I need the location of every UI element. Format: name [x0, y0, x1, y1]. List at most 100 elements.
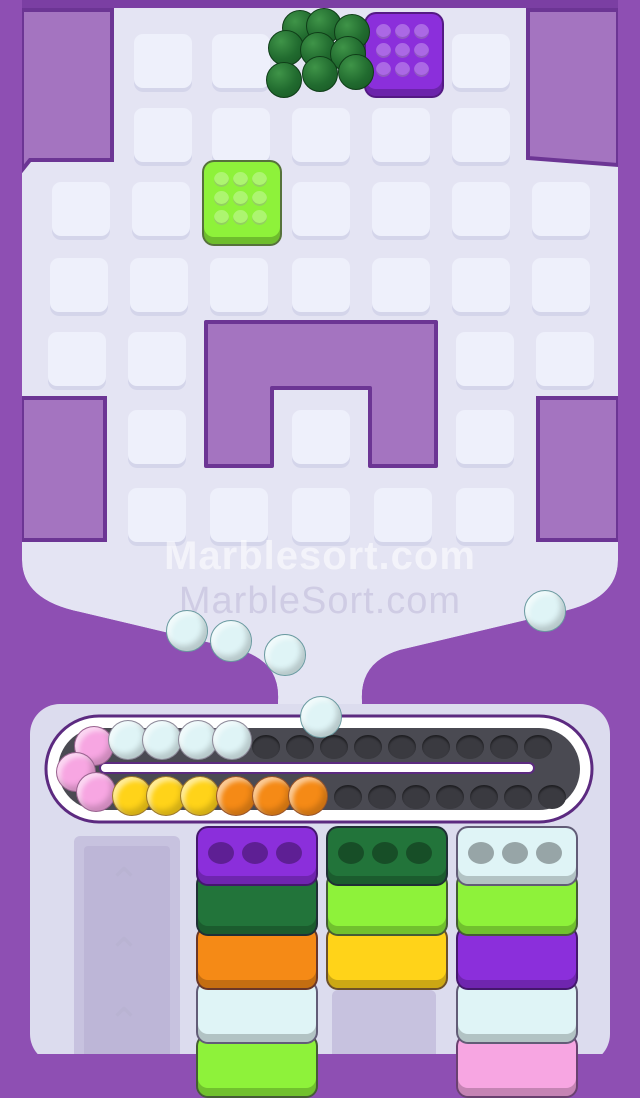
block-dot: [233, 172, 248, 187]
floor-tile: [132, 182, 190, 240]
falling-marble: [300, 696, 342, 738]
conveyor-marble: [252, 776, 292, 816]
box-hole: [276, 842, 302, 864]
floor-tile: [452, 258, 510, 316]
block-dot: [376, 62, 391, 77]
right-upper-wall: [526, 8, 620, 168]
green-marble: [302, 56, 338, 92]
conveyor-marble: [288, 776, 328, 816]
empty-slot: [524, 735, 552, 759]
box-hole: [242, 842, 268, 864]
conveyor-marble: [212, 720, 252, 760]
floor-tile: [292, 410, 350, 468]
green-marble: [268, 30, 304, 66]
box-hole: [502, 842, 528, 864]
lime-block[interactable]: [202, 160, 282, 246]
floor-tile: [372, 182, 430, 240]
block-dot: [233, 191, 248, 206]
block-dot: [414, 62, 429, 77]
purple-block[interactable]: [364, 12, 444, 98]
empty-slot: [422, 735, 450, 759]
color-box[interactable]: [196, 826, 318, 886]
middle-lane: [332, 990, 436, 1054]
left-lower-wall: [20, 396, 107, 542]
floor-tile: [130, 258, 188, 316]
floor-tile: [292, 258, 350, 316]
watermark-primary: Marblesort.com: [164, 534, 476, 578]
conveyor-marble: [142, 720, 182, 760]
empty-slot: [286, 735, 314, 759]
floor-tile: [456, 332, 514, 390]
floor-tile: [210, 258, 268, 316]
box-hole: [208, 842, 234, 864]
empty-slot: [456, 735, 484, 759]
block-dot: [395, 62, 410, 77]
left-upper-wall: [20, 8, 114, 176]
chevron-up-icon: ⌃: [107, 931, 141, 975]
floor-tile: [372, 108, 430, 166]
block-dot: [395, 24, 410, 39]
chevron-up-icon: ⌃: [107, 1001, 141, 1045]
color-box[interactable]: [326, 826, 448, 886]
chevron-up-icon: ⌃: [107, 861, 141, 905]
conveyor-marble: [180, 776, 220, 816]
empty-slot: [334, 785, 362, 809]
conveyor-marble: [76, 772, 116, 812]
floor-tile: [452, 108, 510, 166]
floor-tile: [48, 332, 106, 390]
color-box[interactable]: [456, 826, 578, 886]
block-dot: [233, 210, 248, 225]
floor-tile: [134, 34, 192, 92]
empty-slot: [320, 735, 348, 759]
block-dot: [214, 210, 229, 225]
falling-marble: [524, 590, 566, 632]
green-marble: [266, 62, 302, 98]
empty-slot: [504, 785, 532, 809]
block-dot: [252, 210, 267, 225]
block-dot: [252, 172, 267, 187]
green-marble: [338, 54, 374, 90]
floor-tile: [50, 258, 108, 316]
floor-tile: [292, 182, 350, 240]
empty-slot: [354, 735, 382, 759]
falling-marble: [264, 634, 306, 676]
floor-tile: [532, 258, 590, 316]
floor-tile: [52, 182, 110, 240]
box-hole: [468, 842, 494, 864]
top-wall: [0, 0, 640, 8]
block-dot: [376, 24, 391, 39]
box-hole: [406, 842, 432, 864]
floor-tile: [452, 182, 510, 240]
empty-slot: [402, 785, 430, 809]
floor-tile: [212, 34, 270, 92]
falling-marble: [210, 620, 252, 662]
floor-tile: [456, 410, 514, 468]
box-hole: [536, 842, 562, 864]
right-lower-wall: [536, 396, 620, 542]
conveyor-marble: [216, 776, 256, 816]
empty-slot: [252, 735, 280, 759]
block-dot: [376, 43, 391, 58]
falling-marble: [166, 610, 208, 652]
empty-slot: [490, 735, 518, 759]
empty-slot: [436, 785, 464, 809]
floor-tile: [212, 108, 270, 166]
conveyor-divider: [99, 762, 535, 774]
block-dot: [214, 172, 229, 187]
floor-tile: [536, 332, 594, 390]
block-dot: [214, 191, 229, 206]
block-dot: [414, 24, 429, 39]
empty-slot: [388, 735, 416, 759]
floor-tile: [292, 108, 350, 166]
box-hole: [372, 842, 398, 864]
empty-slot: [368, 785, 396, 809]
empty-slot: [538, 785, 566, 809]
block-dot: [395, 43, 410, 58]
empty-slot: [470, 785, 498, 809]
floor-tile: [452, 34, 510, 92]
block-dot: [414, 43, 429, 58]
block-dot: [252, 191, 267, 206]
box-hole: [338, 842, 364, 864]
floor-tile: [372, 258, 430, 316]
floor-tile: [134, 108, 192, 166]
